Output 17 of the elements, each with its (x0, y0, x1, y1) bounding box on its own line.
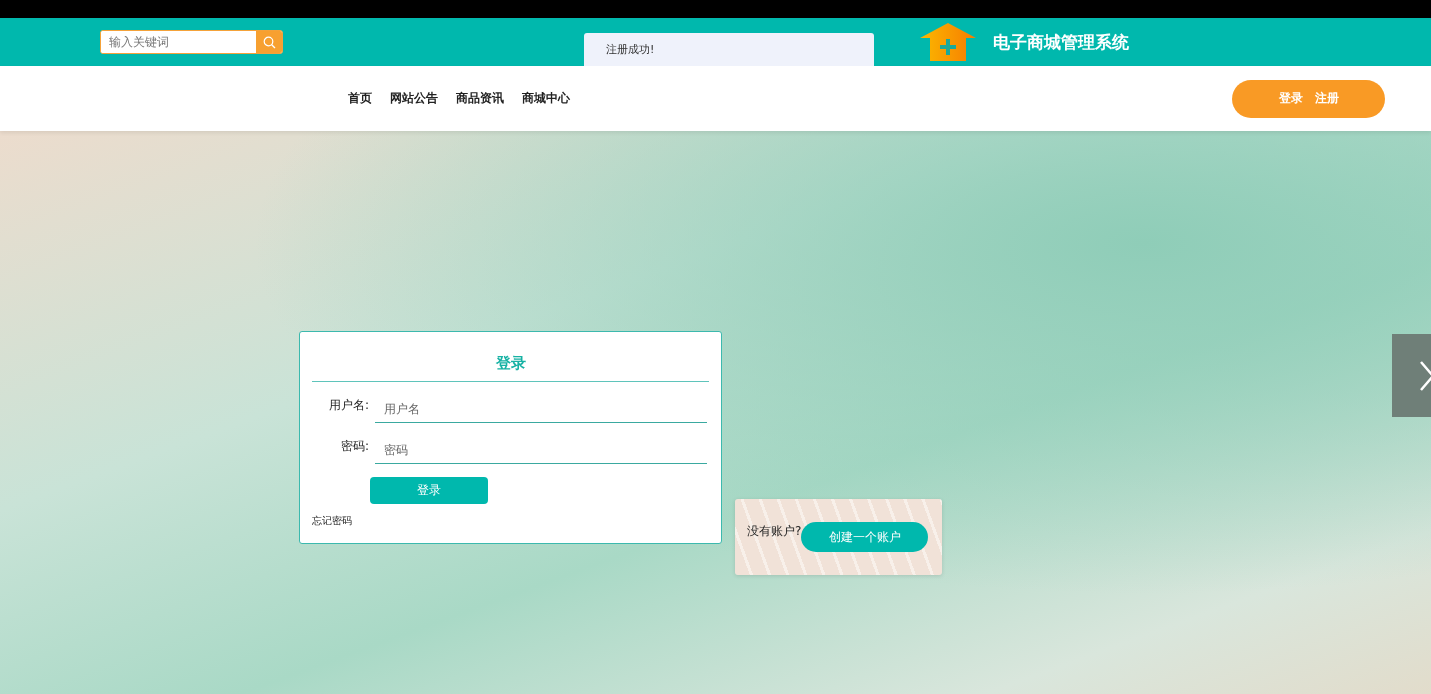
login-title: 登录 (312, 332, 709, 382)
search-field[interactable]: 输入关键词 (100, 30, 283, 54)
nav-link[interactable]: 商城中心 (522, 90, 570, 107)
search-icon (262, 35, 276, 49)
nav-link[interactable]: 首页 (348, 90, 372, 107)
next-slide-button[interactable] (1392, 334, 1431, 417)
signup-prompt: 没有账户? (747, 522, 802, 540)
nav-link[interactable]: 商品资讯 (456, 90, 504, 107)
house-plus-logo-icon (919, 22, 977, 62)
field-label: 用户名: (327, 397, 369, 414)
field-label: 密码: (339, 438, 369, 455)
site-title: 电子商城管理系统 (993, 30, 1129, 54)
success-toast: 注册成功! (584, 33, 874, 66)
forgot-password-link[interactable]: 忘记密码 (312, 514, 352, 528)
chevron-right-icon (1419, 360, 1431, 391)
nav-link[interactable]: 网站公告 (390, 90, 438, 107)
search-button[interactable] (256, 31, 282, 53)
